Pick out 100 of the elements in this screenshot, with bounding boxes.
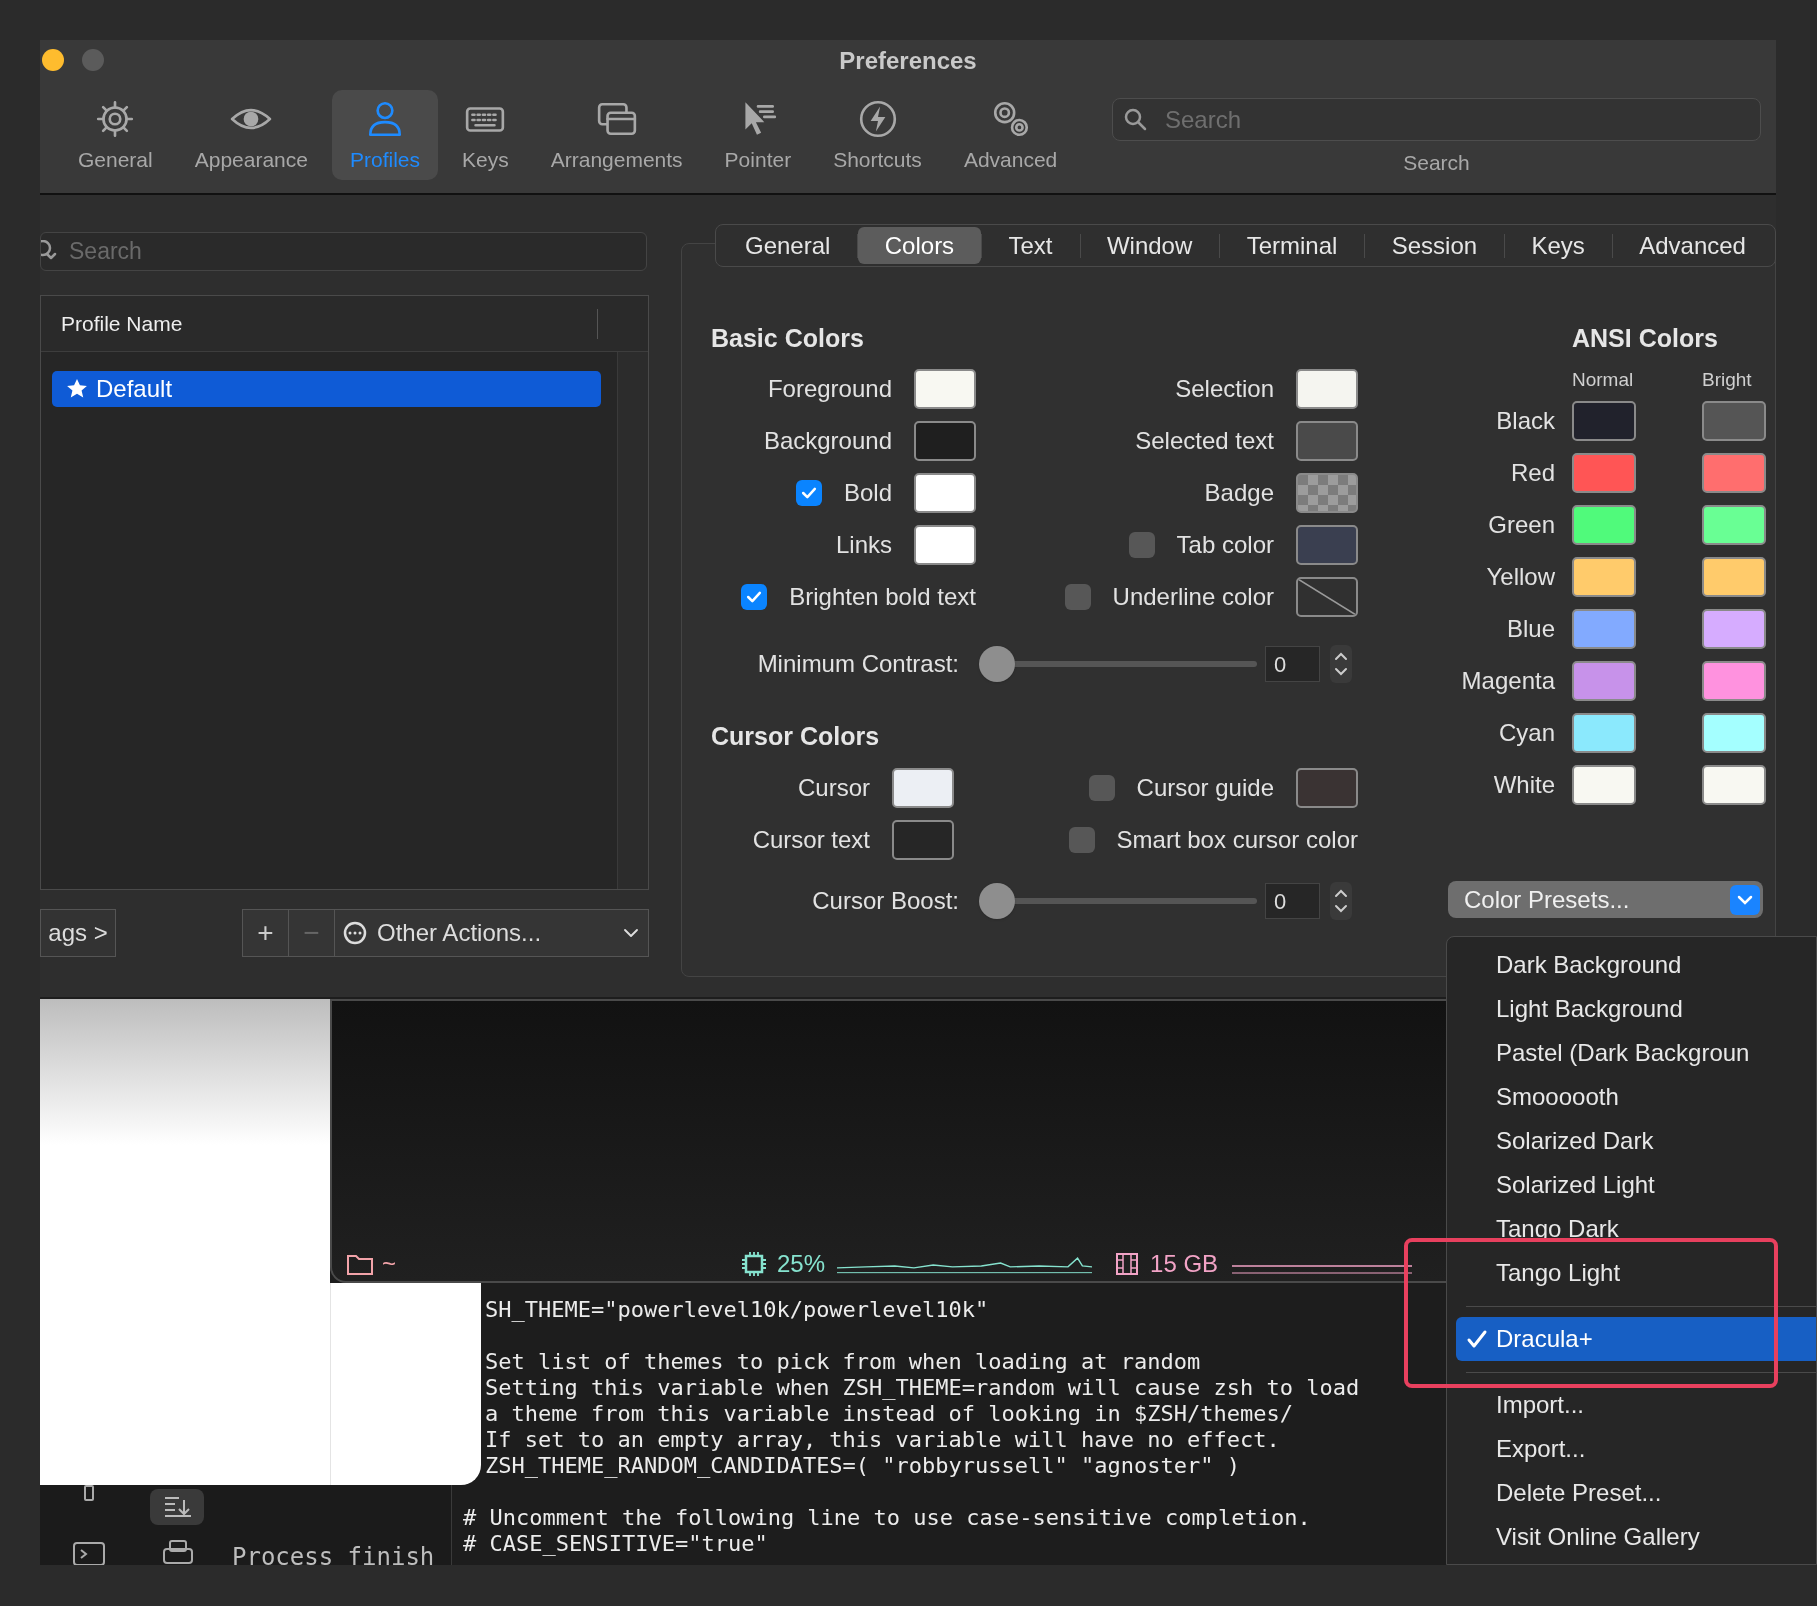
terminal-line: Process finish [232, 1542, 435, 1565]
value-field[interactable]: 0 [1265, 646, 1320, 682]
menu-item[interactable]: Delete Preset... [1456, 1471, 1816, 1515]
search-field[interactable]: Search [40, 232, 647, 271]
menu-item[interactable]: Tango Light [1456, 1251, 1816, 1295]
stepper[interactable] [1329, 644, 1353, 684]
settings-tab[interactable]: Session [1364, 227, 1505, 264]
menu-item[interactable]: Smoooooth [1456, 1075, 1816, 1119]
toolbar-tab[interactable]: Advanced [945, 90, 1076, 180]
checkbox[interactable] [741, 584, 768, 610]
toolbar-button[interactable] [150, 1489, 204, 1525]
color-swatch[interactable] [1702, 401, 1766, 441]
color-swatch[interactable] [1702, 557, 1766, 597]
terminal-icon[interactable] [72, 1539, 106, 1565]
color-swatch[interactable] [892, 820, 954, 860]
setting-label: Bold [843, 478, 892, 508]
memory-icon [1114, 1252, 1141, 1276]
toolbar-tab[interactable]: Pointer [706, 90, 810, 180]
color-swatch[interactable] [1296, 525, 1358, 565]
download-icon [162, 1494, 192, 1520]
terminal-line: Set list of themes to pick from when loading at random [485, 1349, 1201, 1374]
column-header[interactable]: Profile Name [61, 307, 183, 340]
setting-label: Foreground [767, 374, 892, 404]
settings-tab[interactable]: Terminal [1219, 227, 1365, 264]
color-swatch[interactable] [1572, 713, 1636, 753]
add-button[interactable]: + [243, 910, 289, 956]
color-swatch[interactable] [1572, 765, 1636, 805]
color-swatch[interactable] [1702, 765, 1766, 805]
setting-label: Cursor [798, 773, 870, 803]
setting-label: Links [835, 530, 892, 560]
chip-icon [741, 1251, 767, 1277]
menu-item[interactable]: Light Background [1456, 987, 1816, 1031]
color-swatch[interactable] [914, 369, 976, 409]
checkbox[interactable] [1064, 584, 1091, 610]
value-field[interactable]: 0 [1265, 883, 1320, 919]
setting-label: Underline color [1112, 582, 1274, 612]
menu-item[interactable]: Dracula+ [1456, 1317, 1816, 1361]
stepper[interactable] [1329, 881, 1353, 921]
setting-label: Background [763, 426, 892, 456]
setting-label: Brighten bold text [789, 582, 976, 612]
printer-icon[interactable] [162, 1539, 194, 1565]
color-swatch[interactable] [914, 473, 976, 513]
color-swatch[interactable] [1702, 713, 1766, 753]
color-swatch[interactable] [1702, 609, 1766, 649]
menu-item[interactable]: Visit Online Gallery [1456, 1515, 1816, 1559]
menu-item[interactable]: Solarized Light [1456, 1163, 1816, 1207]
toolbar-tab[interactable]: General [60, 90, 171, 180]
settings-tab[interactable]: General [718, 227, 858, 264]
settings-tab[interactable]: Advanced [1612, 227, 1773, 264]
color-swatch[interactable] [1572, 505, 1636, 545]
color-swatch[interactable] [1572, 557, 1636, 597]
settings-tab[interactable]: Text [981, 227, 1080, 264]
color-label: Blue [1505, 614, 1555, 644]
toolbar-tab[interactable]: Arrangements [532, 90, 701, 180]
tags-button[interactable]: ags > [40, 909, 116, 957]
slider[interactable] [979, 646, 1257, 682]
menu-item[interactable]: Dark Background [1456, 943, 1816, 987]
window-title: Preferences [839, 46, 977, 76]
color-swatch[interactable] [914, 421, 976, 461]
setting-label: Tab color [1176, 530, 1274, 560]
menu-item[interactable]: Export... [1456, 1427, 1816, 1471]
color-swatch[interactable] [1572, 609, 1636, 649]
color-label: Black [1495, 406, 1555, 436]
checkbox[interactable] [1068, 827, 1095, 853]
color-swatch[interactable] [1572, 453, 1636, 493]
terminal-line: Setting this variable when ZSH_THEME=random will cause zsh to load [485, 1375, 1360, 1400]
toolbar-tab[interactable]: Appearance [176, 90, 326, 180]
checkbox[interactable] [1128, 532, 1155, 558]
color-swatch[interactable] [1296, 473, 1358, 513]
color-presets-dropdown[interactable]: Color Presets... [1448, 881, 1763, 918]
toolbar-tab[interactable]: Keys [444, 90, 527, 180]
panel-icon[interactable] [82, 1485, 96, 1501]
color-swatch[interactable] [1296, 577, 1358, 617]
other-actions-button[interactable]: Other Actions... [335, 910, 648, 956]
settings-tab[interactable]: Keys [1504, 227, 1612, 264]
color-swatch[interactable] [1702, 505, 1766, 545]
checkbox[interactable] [1088, 775, 1115, 801]
profile-row[interactable]: Default [52, 371, 601, 407]
slider[interactable] [979, 883, 1257, 919]
color-swatch[interactable] [1296, 768, 1358, 808]
color-swatch[interactable] [914, 525, 976, 565]
search-label: Search [1403, 150, 1470, 176]
search-icon [41, 240, 57, 262]
window-control[interactable] [42, 49, 64, 71]
menu-item[interactable]: Solarized Dark [1456, 1119, 1816, 1163]
toolbar-tab[interactable]: Shortcuts [815, 90, 940, 180]
settings-tab[interactable]: Window [1079, 227, 1220, 264]
color-swatch[interactable] [1296, 421, 1358, 461]
menu-item[interactable]: Pastel (Dark Backgroun [1456, 1031, 1816, 1075]
color-swatch[interactable] [1702, 661, 1766, 701]
search-field[interactable]: Search [1112, 98, 1761, 141]
color-swatch[interactable] [892, 768, 954, 808]
color-swatch[interactable] [1572, 401, 1636, 441]
settings-tab[interactable]: Colors [857, 227, 982, 264]
menu-item[interactable]: Import... [1456, 1383, 1816, 1427]
color-swatch[interactable] [1296, 369, 1358, 409]
checkbox[interactable] [795, 480, 822, 506]
search-icon [1124, 108, 1148, 132]
color-swatch[interactable] [1702, 453, 1766, 493]
color-swatch[interactable] [1572, 661, 1636, 701]
